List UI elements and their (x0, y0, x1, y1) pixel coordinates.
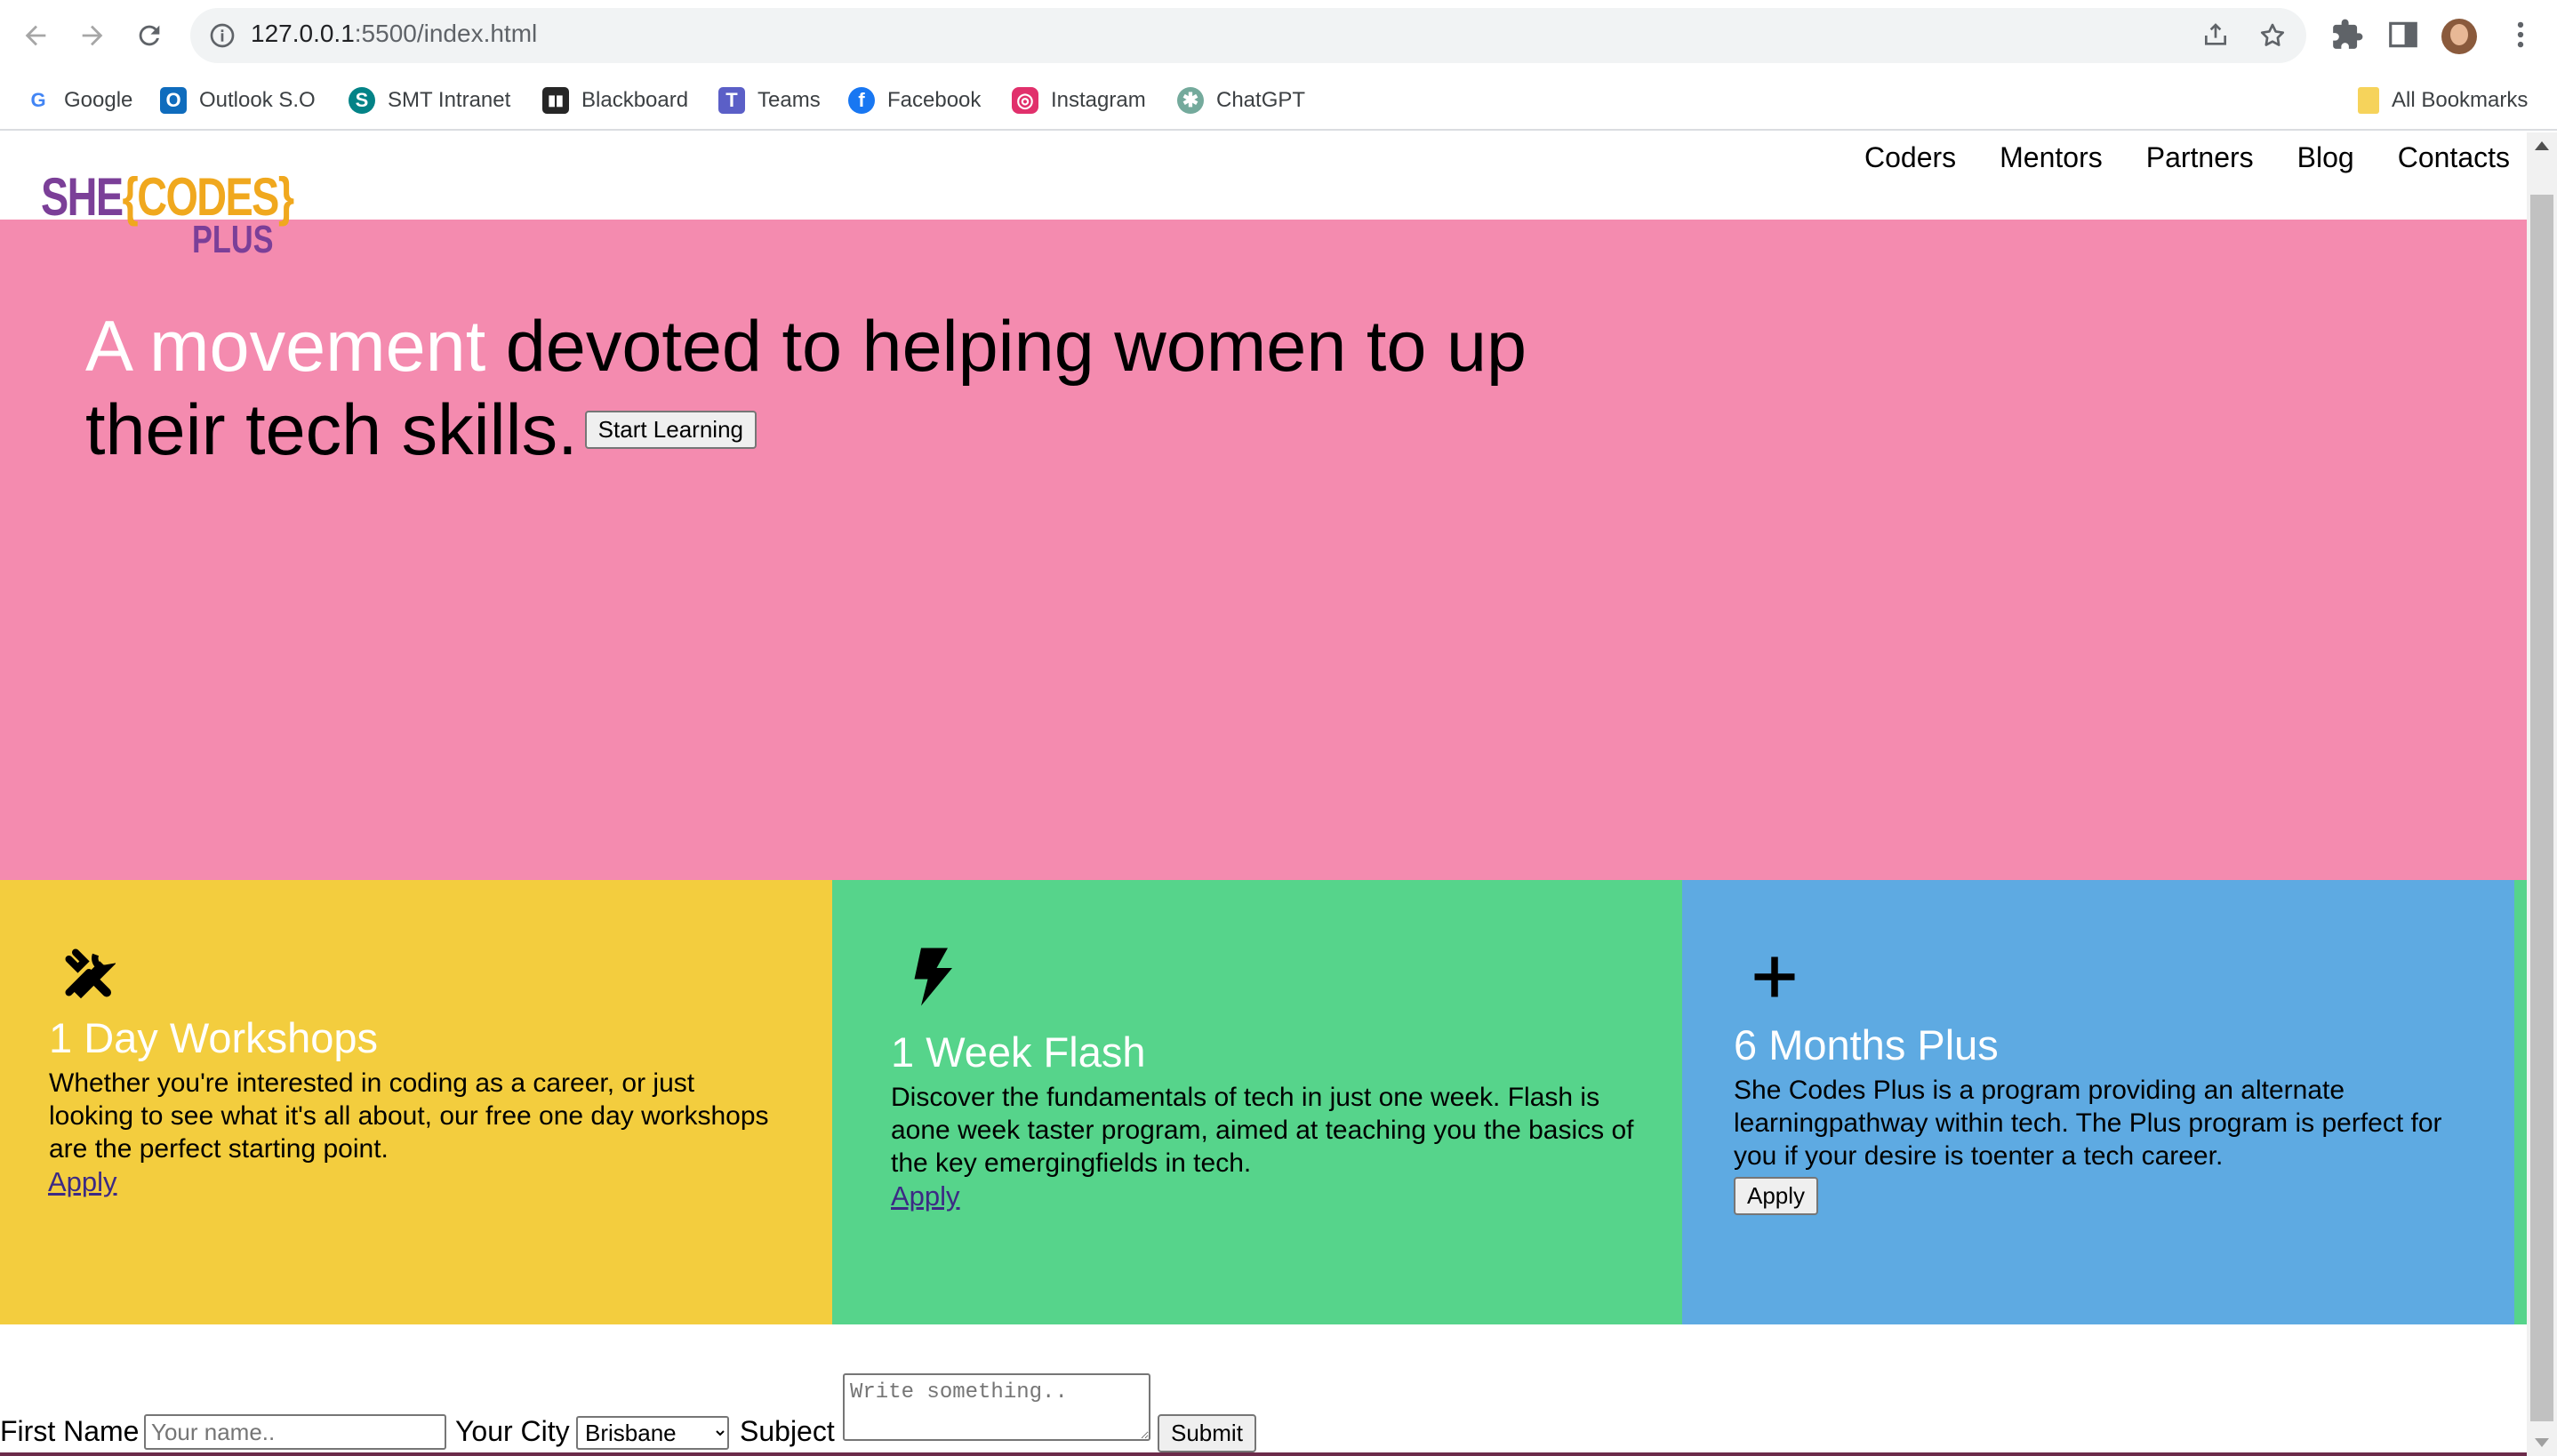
plus-icon (1754, 956, 1795, 997)
nav-partners[interactable]: Partners (2146, 141, 2254, 174)
city-label: Your City (455, 1415, 570, 1447)
bookmark-label: Blackboard (581, 88, 689, 112)
bookmark-label: Instagram (1051, 88, 1146, 112)
bookmark-label: SMT Intranet (388, 88, 511, 112)
bookmark-chatgpt[interactable]: ✱ ChatGPT (1177, 84, 1305, 116)
forward-button[interactable] (75, 18, 110, 53)
hero-highlight: A movement (85, 307, 486, 387)
scroll-down-arrow-icon[interactable] (2535, 1438, 2549, 1447)
card-flash: 1 Week Flash Discover the fundamentals o… (832, 880, 1682, 1324)
bookmark-label: Facebook (887, 88, 982, 112)
card-text: She Codes Plus is a program providing an… (1734, 1076, 2442, 1171)
scroll-thumb[interactable] (2530, 195, 2553, 1421)
submit-button[interactable]: Submit (1158, 1414, 1256, 1452)
share-icon[interactable] (2201, 21, 2230, 50)
teams-icon: T (718, 87, 745, 114)
programs-section: 1 Day Workshops Whether you're intereste… (0, 880, 2527, 1324)
chatgpt-icon: ✱ (1177, 87, 1204, 114)
back-button[interactable] (18, 18, 53, 53)
sharepoint-icon: S (349, 87, 375, 114)
extensions-icon[interactable] (2330, 18, 2364, 52)
hero-section: A movement devoted to helping women to u… (0, 220, 2527, 880)
bookmarks-bar: G Google O Outlook S.O S SMT Intranet ▮▮ Bla… (0, 70, 2557, 131)
nav-mentors[interactable]: Mentors (2000, 141, 2103, 174)
menu-dots-icon[interactable] (2504, 18, 2537, 52)
start-learning-button[interactable]: Start Learning (584, 411, 757, 450)
logo-plus: PLUS (192, 218, 274, 261)
scroll-up-arrow-icon[interactable] (2535, 141, 2549, 150)
all-bookmarks[interactable]: All Bookmarks (2358, 84, 2528, 116)
contact-form: First Name Your City Brisbane Subject Su… (0, 1368, 1334, 1456)
browser-toolbar: 127.0.0.1:5500/index.html (0, 0, 2557, 70)
bookmark-smt-intranet[interactable]: S SMT Intranet (349, 84, 510, 116)
instagram-icon: ◎ (1012, 87, 1038, 114)
page-scrollbar[interactable] (2527, 132, 2557, 1456)
all-bookmarks-label: All Bookmarks (2392, 88, 2529, 112)
card-text: Whether you're interested in coding as a… (49, 1068, 769, 1164)
subject-label: Subject (740, 1415, 835, 1447)
facebook-icon: f (848, 87, 875, 114)
blackboard-icon: ▮▮ (542, 87, 569, 114)
address-bar[interactable]: 127.0.0.1:5500/index.html (190, 8, 2306, 63)
site-header: SHE{CODES} PLUS Coders Mentors Partners … (0, 132, 2527, 261)
side-panel-icon[interactable] (2386, 18, 2420, 52)
info-icon[interactable] (208, 21, 236, 50)
back-arrow-icon (25, 25, 46, 46)
card-title: 6 Months Plus (1734, 1021, 1999, 1068)
first-name-input[interactable] (144, 1414, 446, 1450)
apply-link[interactable]: Apply (891, 1180, 960, 1212)
outlook-icon: O (160, 87, 187, 114)
card-title: 1 Day Workshops (49, 1014, 379, 1061)
main-nav: Coders Mentors Partners Blog Contacts (1864, 141, 2527, 174)
bookmark-label: Google (64, 88, 133, 112)
forward-arrow-icon (82, 25, 103, 46)
profile-avatar[interactable] (2441, 19, 2477, 54)
star-icon[interactable] (2258, 21, 2287, 50)
card-title: 1 Week Flash (891, 1028, 1146, 1076)
card-text: Discover the fundamentals of tech in jus… (891, 1083, 1634, 1178)
bookmark-outlook[interactable]: O Outlook S.O (160, 84, 316, 116)
bottom-border (0, 1452, 2527, 1456)
card-workshops: 1 Day Workshops Whether you're intereste… (0, 880, 832, 1324)
first-name-label: First Name (0, 1415, 140, 1447)
nav-blog[interactable]: Blog (2297, 141, 2354, 174)
lightning-icon (914, 948, 952, 1006)
google-icon: G (30, 89, 46, 111)
bookmark-teams[interactable]: T Teams (718, 84, 821, 116)
apply-button[interactable]: Apply (1734, 1177, 1819, 1215)
city-select[interactable]: Brisbane (576, 1416, 729, 1450)
card-plus: 6 Months Plus She Codes Plus is a progra… (1682, 880, 2514, 1324)
shecodes-logo[interactable]: SHE{CODES} PLUS (41, 166, 294, 264)
nav-coders[interactable]: Coders (1864, 141, 1956, 174)
bookmark-label: Outlook S.O (199, 88, 316, 112)
bookmark-label: Teams (757, 88, 821, 112)
folder-icon (2358, 87, 2379, 114)
url-text[interactable]: 127.0.0.1:5500/index.html (251, 20, 537, 48)
reload-icon (139, 25, 160, 46)
hero-heading: A movement devoted to helping women to u… (85, 305, 1561, 472)
bookmark-instagram[interactable]: ◎ Instagram (1012, 84, 1146, 116)
reload-button[interactable] (132, 18, 167, 53)
tools-icon (65, 948, 116, 999)
apply-link[interactable]: Apply (48, 1166, 117, 1198)
bookmark-google[interactable]: G Google (25, 84, 132, 116)
nav-contacts[interactable]: Contacts (2398, 141, 2510, 174)
bookmark-label: ChatGPT (1216, 88, 1306, 112)
page-viewport: SHE{CODES} PLUS Coders Mentors Partners … (0, 132, 2527, 1456)
bookmark-facebook[interactable]: f Facebook (848, 84, 981, 116)
bookmark-blackboard[interactable]: ▮▮ Blackboard (542, 84, 688, 116)
subject-textarea[interactable] (843, 1373, 1150, 1441)
card-overflow-strip (2514, 880, 2527, 1324)
